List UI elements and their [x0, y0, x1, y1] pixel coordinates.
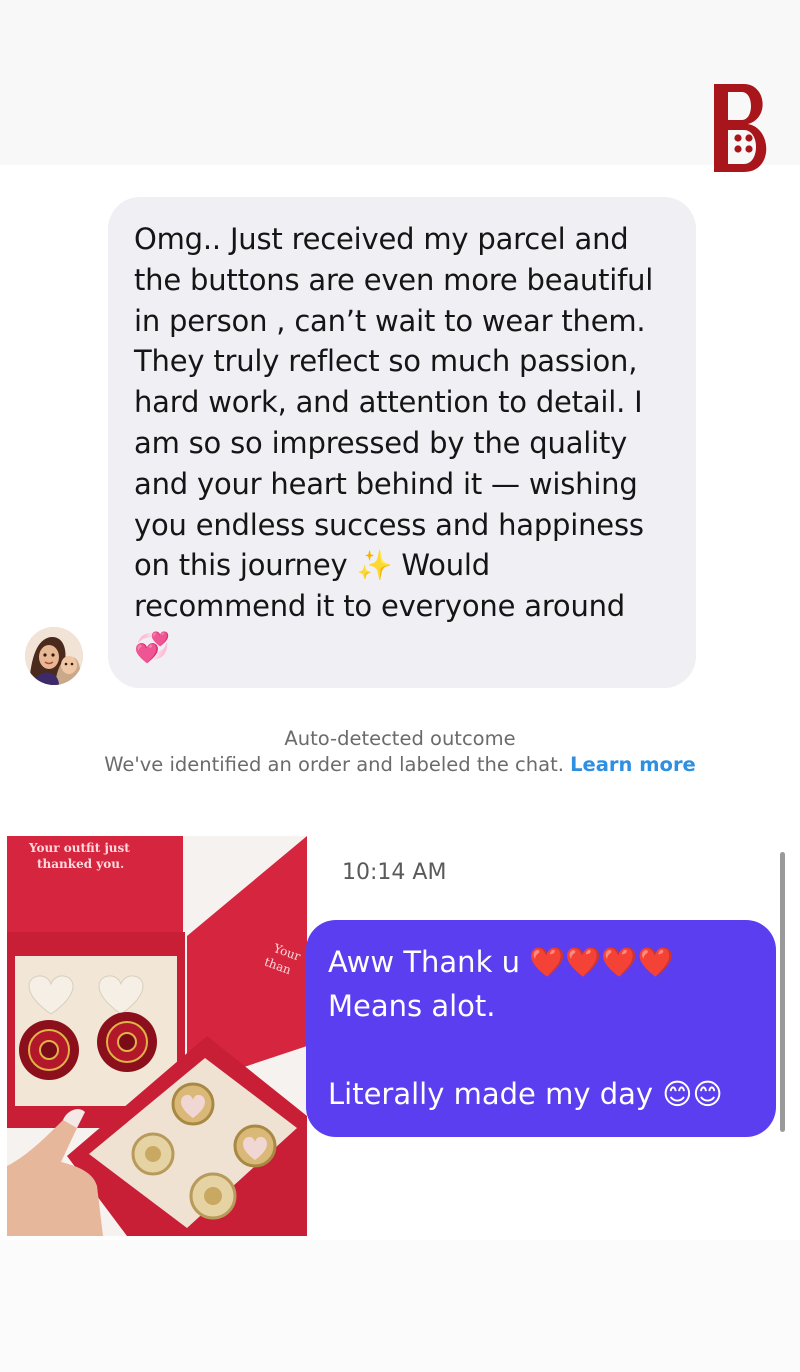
incoming-message-text: Omg.. Just received my parcel and the bu… [134, 222, 654, 664]
chat-scrollbar[interactable] [780, 852, 785, 1132]
notice-title: Auto-detected outcome [284, 727, 516, 750]
brand-logo[interactable] [708, 78, 780, 178]
message-timestamp: 10:14 AM [342, 860, 447, 885]
header-band [0, 0, 800, 165]
notice-body: We've identified an order and labeled th… [104, 753, 564, 776]
footer-band [0, 1240, 800, 1372]
sender-avatar[interactable] [25, 627, 83, 685]
learn-more-link[interactable]: Learn more [570, 753, 696, 776]
outgoing-message-text: Aww Thank u ❤️❤️❤️❤️ Means alot. Literal… [328, 945, 723, 1111]
incoming-message-bubble[interactable]: Omg.. Just received my parcel and the bu… [108, 197, 696, 688]
button-boxes-image: Your outfit just thanked you. Your than [7, 836, 307, 1236]
brand-logo-letter [714, 84, 767, 172]
outgoing-message-bubble[interactable]: Aww Thank u ❤️❤️❤️❤️ Means alot. Literal… [306, 920, 776, 1137]
auto-detected-notice: Auto-detected outcome We've identified a… [90, 726, 710, 778]
avatar-illustration [25, 627, 83, 685]
shared-photo[interactable]: Your outfit just thanked you. Your than [7, 836, 307, 1236]
notice-body-line: We've identified an order and labeled th… [90, 752, 710, 778]
